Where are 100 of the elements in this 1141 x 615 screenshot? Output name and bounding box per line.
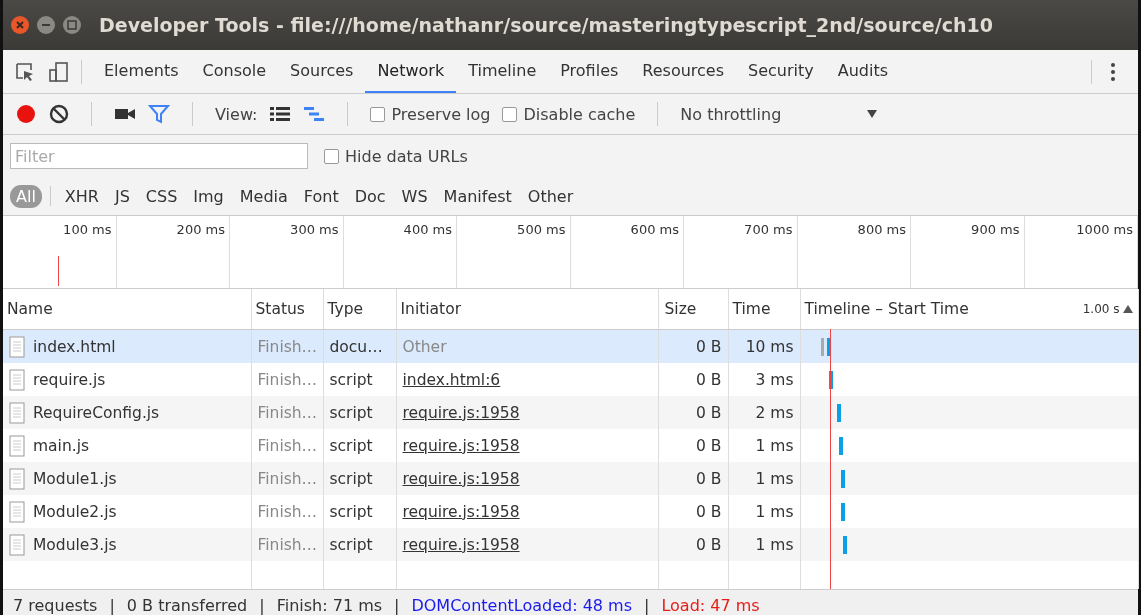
initiator-link[interactable]: require.js:1958 bbox=[402, 502, 520, 521]
tick-label: 900 ms bbox=[971, 222, 1020, 239]
status-cell: Finish… bbox=[251, 329, 323, 363]
waterfall-bar bbox=[826, 338, 831, 356]
status-text: 7 requests bbox=[13, 595, 98, 615]
panel-tab[interactable]: Timeline bbox=[456, 50, 549, 93]
filter-input[interactable]: Filter bbox=[10, 143, 308, 169]
file-name[interactable]: main.js bbox=[33, 436, 90, 455]
scale-label: 1.00 s bbox=[1082, 302, 1120, 316]
column-header[interactable]: Name bbox=[3, 289, 251, 330]
panel-tab[interactable]: Security bbox=[736, 50, 826, 93]
waterfall-bar bbox=[840, 470, 845, 488]
clear-icon[interactable] bbox=[49, 104, 69, 124]
window-title: Developer Tools - file:///home/nathanr/source/masteringtypescript_2nd/source/ch10 bbox=[99, 14, 993, 36]
tick-label: 500 ms bbox=[517, 222, 566, 239]
file-name[interactable]: index.html bbox=[33, 337, 116, 356]
document-icon bbox=[9, 434, 25, 457]
document-icon bbox=[9, 467, 25, 490]
type-cell: script bbox=[323, 528, 396, 561]
type-filter[interactable]: Img bbox=[187, 184, 230, 208]
tick-label: 300 ms bbox=[290, 222, 339, 239]
tick-label: 800 ms bbox=[857, 222, 906, 239]
checkbox[interactable]: Hide data URLs bbox=[324, 146, 468, 166]
separator: | bbox=[259, 595, 265, 615]
column-header[interactable]: Type bbox=[323, 289, 396, 330]
throttling-dropdown[interactable]: No throttling bbox=[680, 104, 879, 124]
type-cell: script bbox=[323, 462, 396, 495]
file-name[interactable]: Module2.js bbox=[33, 502, 117, 521]
column-header[interactable]: Initiator bbox=[396, 289, 658, 330]
panel-tab[interactable]: Network bbox=[365, 50, 457, 93]
type-cell: script bbox=[323, 396, 396, 429]
separator: | bbox=[644, 595, 650, 615]
type-filter[interactable]: XHR bbox=[58, 184, 105, 208]
type-filter[interactable]: Doc bbox=[348, 184, 392, 208]
time-cell: 1 ms bbox=[728, 462, 800, 495]
time-cell: 2 ms bbox=[728, 396, 800, 429]
type-filter[interactable]: CSS bbox=[139, 184, 184, 208]
type-filter[interactable]: Other bbox=[521, 184, 580, 208]
waterfall-bar bbox=[836, 404, 841, 422]
type-cell: docu… bbox=[323, 329, 396, 363]
tick-label: 1000 ms bbox=[1076, 222, 1133, 239]
panel-tab[interactable]: Profiles bbox=[548, 50, 631, 93]
document-icon bbox=[9, 368, 25, 391]
device-icon[interactable] bbox=[47, 59, 71, 84]
load-marker-line bbox=[58, 256, 59, 286]
type-filter[interactable]: Media bbox=[233, 184, 294, 208]
minimize-icon[interactable] bbox=[37, 16, 55, 34]
filter-icon[interactable] bbox=[148, 104, 170, 124]
size-cell: 0 B bbox=[658, 396, 728, 429]
panel-tab[interactable]: Console bbox=[190, 50, 279, 93]
checkbox[interactable]: Preserve log bbox=[370, 104, 491, 124]
panel-tab[interactable]: Elements bbox=[92, 50, 191, 93]
waterfall-bar bbox=[840, 503, 845, 521]
column-header[interactable]: Size bbox=[658, 289, 728, 330]
waterfall-view-icon[interactable] bbox=[303, 106, 326, 122]
status-text: DOMContentLoaded: 48 ms bbox=[411, 595, 633, 615]
document-icon bbox=[9, 401, 25, 424]
status-cell: Finish… bbox=[251, 528, 323, 561]
status-text: Finish: 71 ms bbox=[276, 595, 383, 615]
type-filter[interactable]: Font bbox=[297, 184, 345, 208]
type-filter[interactable]: Manifest bbox=[437, 184, 518, 208]
document-icon bbox=[9, 335, 25, 358]
document-icon bbox=[9, 533, 25, 556]
tick-label: 600 ms bbox=[630, 222, 679, 239]
file-name[interactable]: require.js bbox=[33, 370, 106, 389]
record-icon[interactable] bbox=[15, 103, 37, 125]
time-cell: 10 ms bbox=[728, 329, 800, 363]
list-view-icon[interactable] bbox=[269, 106, 292, 122]
initiator-link[interactable]: require.js:1958 bbox=[402, 436, 520, 455]
panel-tab[interactable]: Sources bbox=[278, 50, 366, 93]
column-header[interactable]: Timeline – Start Time bbox=[804, 300, 969, 318]
size-cell: 0 B bbox=[658, 528, 728, 561]
initiator-text: Other bbox=[402, 337, 447, 356]
status-cell: Finish… bbox=[251, 396, 323, 429]
column-header[interactable]: Status bbox=[251, 289, 323, 330]
status-text: 0 B transferred bbox=[126, 595, 248, 615]
type-filter[interactable]: JS bbox=[108, 184, 136, 208]
status-text: Load: 47 ms bbox=[661, 595, 760, 615]
file-name[interactable]: Module3.js bbox=[33, 535, 117, 554]
more-menu-icon[interactable] bbox=[1108, 60, 1118, 83]
initiator-link[interactable]: index.html:6 bbox=[402, 370, 501, 389]
tick-label: 100 ms bbox=[63, 222, 112, 239]
panel-tab[interactable]: Resources bbox=[630, 50, 737, 93]
tick-label: 200 ms bbox=[176, 222, 225, 239]
checkbox[interactable]: Disable cache bbox=[502, 104, 636, 124]
maximize-icon[interactable] bbox=[63, 16, 81, 34]
separator: | bbox=[109, 595, 115, 615]
document-icon bbox=[9, 500, 25, 523]
type-filter[interactable]: WS bbox=[395, 184, 434, 208]
close-icon[interactable] bbox=[11, 16, 29, 34]
column-header[interactable]: Time bbox=[728, 289, 800, 330]
sort-arrow-icon bbox=[1121, 304, 1134, 314]
time-cell: 1 ms bbox=[728, 528, 800, 561]
size-cell: 0 B bbox=[658, 462, 728, 495]
status-cell: Finish… bbox=[251, 462, 323, 495]
tick-label: 400 ms bbox=[403, 222, 452, 239]
camera-icon[interactable] bbox=[114, 106, 136, 122]
separator: | bbox=[394, 595, 400, 615]
file-name[interactable]: Module1.js bbox=[33, 469, 117, 488]
panel-tab[interactable]: Audits bbox=[825, 50, 901, 93]
